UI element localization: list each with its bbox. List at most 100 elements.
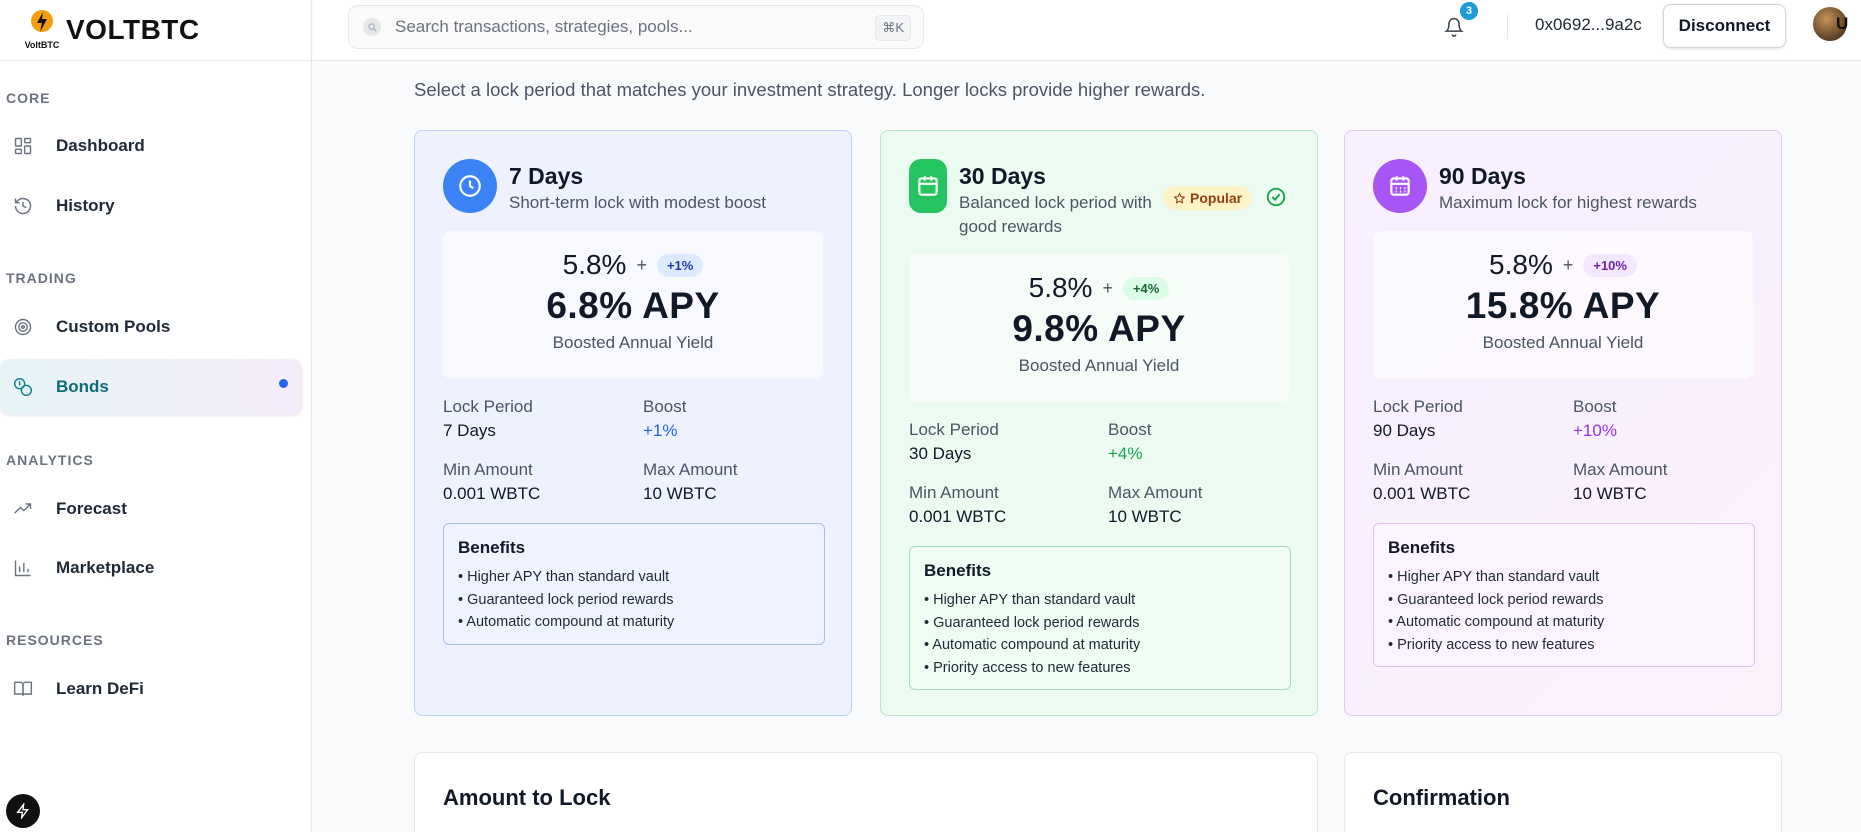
trending-up-icon [12, 498, 34, 520]
clock-icon [443, 159, 497, 213]
apy-summary: 5.8% + +1% 6.8% APY Boosted Annual Yield [443, 231, 823, 379]
min-amount-stat: Min Amount 0.001 WBTC [909, 483, 1006, 527]
sidebar-item-label: Dashboard [56, 136, 145, 155]
sidebar-item-history[interactable]: History [0, 178, 302, 234]
stat-value: +4% [1108, 444, 1143, 463]
sidebar-item-marketplace[interactable]: Marketplace [0, 540, 302, 596]
stat-value: 0.001 WBTC [909, 507, 1007, 526]
keyboard-shortcut-hint: ⌘K [875, 15, 911, 41]
sidebar: VoltBTC VOLTBTC CORE Dashboard History T… [0, 0, 312, 832]
section-label-core: CORE [6, 90, 51, 106]
plan-card-30-days[interactable]: 30 Days Balanced lock period with good r… [880, 130, 1318, 716]
plan-subtitle: Short-term lock with modest boost [509, 193, 766, 212]
plan-card-90-days[interactable]: 90 Days Maximum lock for highest rewards… [1344, 130, 1782, 716]
plan-subtitle: Maximum lock for highest rewards [1439, 193, 1697, 212]
apy-summary: 5.8% + +4% 9.8% APY Boosted Annual Yield [909, 254, 1289, 402]
benefit-item: • Higher APY than standard vault [458, 569, 670, 585]
stat-label: Boost [1108, 420, 1152, 439]
benefits-title: Benefits [1388, 538, 1456, 557]
boost-stat: Boost +10% [1573, 397, 1617, 441]
benefits-title: Benefits [458, 538, 526, 557]
lock-period-stat: Lock Period 30 Days [909, 420, 999, 464]
stat-label: Boost [1573, 397, 1617, 416]
brand-mark-label: VoltBTC [24, 40, 60, 50]
benefit-item: • Automatic compound at maturity [458, 614, 675, 630]
popular-label: Popular [1190, 190, 1243, 206]
stat-value: 10 WBTC [1573, 484, 1647, 503]
apy-label: Boosted Annual Yield [1482, 333, 1644, 352]
quick-action-button[interactable] [6, 794, 40, 828]
stat-label: Min Amount [909, 483, 999, 502]
stat-value: +10% [1573, 421, 1617, 440]
total-apy: 9.8% APY [1012, 308, 1186, 349]
stat-label: Max Amount [1108, 483, 1203, 502]
stat-value: 30 Days [909, 444, 972, 463]
benefit-item: • Guaranteed lock period rewards [1388, 591, 1604, 608]
amount-to-lock-card: Amount to Lock [414, 752, 1318, 832]
benefits-title: Benefits [924, 561, 992, 580]
search-bar[interactable]: ⌘K [348, 5, 924, 49]
bell-icon [1444, 17, 1464, 37]
sidebar-item-bonds[interactable]: Bonds [0, 359, 302, 415]
base-apy: 5.8% [1489, 249, 1553, 280]
confirmation-card-title: Confirmation [1373, 785, 1510, 810]
sidebar-item-custom-pools[interactable]: Custom Pools [0, 299, 302, 355]
total-apy: 6.8% APY [546, 285, 720, 326]
stat-value: +1% [643, 421, 678, 440]
apy-plus: + [636, 254, 647, 275]
lock-period-stat: Lock Period 7 Days [443, 397, 533, 441]
boost-badge: +10% [1583, 253, 1637, 277]
benefit-item: • Automatic compound at maturity [1388, 614, 1605, 630]
stat-label: Lock Period [443, 397, 533, 416]
base-apy: 5.8% [562, 249, 627, 280]
voltbtc-logo-icon: VoltBTC [20, 8, 64, 52]
active-indicator-dot [279, 379, 288, 388]
plan-card-7-days[interactable]: 7 Days Short-term lock with modest boost… [414, 130, 852, 716]
disconnect-button[interactable]: Disconnect [1663, 4, 1786, 48]
max-amount-stat: Max Amount 10 WBTC [1573, 460, 1668, 504]
header-divider [1507, 13, 1508, 39]
max-amount-stat: Max Amount 10 WBTC [643, 460, 738, 504]
benefit-item: • Higher APY than standard vault [1388, 569, 1600, 585]
section-label-resources: RESOURCES [6, 632, 104, 648]
search-icon [363, 18, 381, 36]
benefits-box: Benefits • Higher APY than standard vaul… [443, 523, 825, 645]
notifications-button[interactable]: 3 [1444, 2, 1478, 40]
brand-name: VOLTBTC [66, 14, 200, 45]
sidebar-item-dashboard[interactable]: Dashboard [0, 118, 302, 174]
sidebar-item-label: History [56, 196, 115, 215]
section-label-trading: TRADING [6, 270, 77, 286]
sidebar-item-forecast[interactable]: Forecast [0, 481, 302, 537]
apy-label: Boosted Annual Yield [552, 333, 714, 352]
plan-subtitle: Balanced lock period with good rewards [959, 193, 1152, 236]
base-apy: 5.8% [1028, 272, 1093, 303]
benefit-item: • Automatic compound at maturity [924, 637, 1141, 653]
wallet-address[interactable]: 0x0692...9a2c [1535, 15, 1642, 35]
sidebar-item-label: Learn DeFi [56, 679, 144, 698]
search-input[interactable] [395, 17, 855, 37]
stat-value: 10 WBTC [643, 484, 717, 503]
min-amount-stat: Min Amount 0.001 WBTC [443, 460, 540, 504]
calendar-grid-icon [1373, 159, 1427, 213]
brand-logo[interactable]: VoltBTC VOLTBTC [0, 0, 311, 61]
confirmation-card: Confirmation [1344, 752, 1782, 832]
notification-count-badge: 3 [1460, 2, 1478, 20]
star-icon [1173, 191, 1186, 204]
stat-label: Min Amount [1373, 460, 1463, 479]
section-label-analytics: ANALYTICS [6, 452, 94, 468]
calendar-icon [909, 159, 947, 213]
stat-value: 90 Days [1373, 421, 1436, 440]
stat-value: 0.001 WBTC [1373, 484, 1471, 503]
max-amount-stat: Max Amount 10 WBTC [1108, 483, 1203, 527]
sidebar-item-learn-defi[interactable]: Learn DeFi [0, 661, 302, 717]
plan-title: 90 Days [1439, 163, 1526, 189]
grid-icon [12, 135, 34, 157]
benefit-item: • Priority access to new features [1388, 636, 1595, 653]
boost-badge: +4% [1122, 276, 1170, 300]
lock-period-intro: Select a lock period that matches your i… [414, 79, 1206, 100]
amount-card-title: Amount to Lock [443, 785, 611, 810]
stat-label: Lock Period [909, 420, 999, 439]
benefit-item: • Guaranteed lock period rewards [458, 591, 674, 608]
history-icon [12, 195, 34, 217]
min-amount-stat: Min Amount 0.001 WBTC [1373, 460, 1470, 504]
